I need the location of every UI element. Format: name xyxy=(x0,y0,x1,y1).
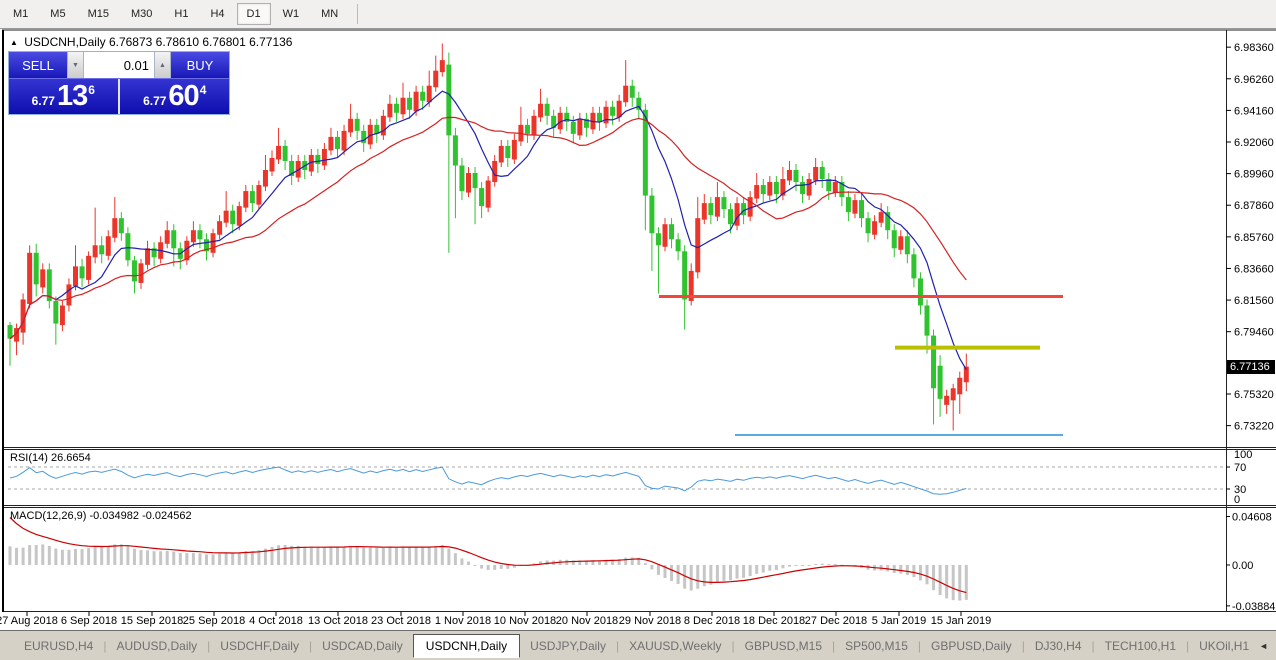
rsi-tick-label: 70 xyxy=(1234,462,1246,474)
date-tick-label: 18 Dec 2018 xyxy=(743,615,805,627)
price-tick-label: 6.85760 xyxy=(1234,232,1274,244)
tab-scroll-controls: ◄► xyxy=(1259,641,1276,651)
date-tick-label: 10 Nov 2018 xyxy=(494,615,556,627)
tab-scroll-left-button[interactable]: ◄ xyxy=(1259,641,1268,651)
price-tick-label: 6.79460 xyxy=(1234,327,1274,339)
buy-button[interactable]: BUY xyxy=(171,52,229,78)
rsi-line xyxy=(10,467,966,494)
symbol-tab-bar: EURUSD,H4|AUDUSD,Daily|USDCHF,Daily|USDC… xyxy=(0,630,1276,660)
date-tick-label: 15 Jan 2019 xyxy=(931,615,992,627)
triangle-up-icon: ▲ xyxy=(159,62,166,69)
volume-increase-button[interactable]: ▲ xyxy=(154,52,171,78)
price-tick-label: 6.81560 xyxy=(1234,295,1274,307)
price-tick-label: 6.73220 xyxy=(1234,421,1274,433)
trade-panel-controls: SELL ▼ ▲ BUY xyxy=(9,52,229,78)
buy-price-prefix: 6.77 xyxy=(143,94,166,114)
price-tick-label: 6.92060 xyxy=(1234,137,1274,149)
macd-tick-label: -0.038842 xyxy=(1232,601,1276,613)
chart-symbol-label: USDCNH,Daily xyxy=(24,35,105,49)
sell-price-sup: 6 xyxy=(88,79,95,97)
tab-usdchf-daily[interactable]: USDCHF,Daily xyxy=(210,635,309,657)
trade-panel-prices: 6.77 13 6 6.77 60 4 xyxy=(9,78,229,114)
buy-price-display[interactable]: 6.77 60 4 xyxy=(120,79,229,114)
tab-tech100-h1[interactable]: TECH100,H1 xyxy=(1095,635,1186,657)
sell-price-display[interactable]: 6.77 13 6 xyxy=(9,79,118,114)
macd-pane: 0.04608 0.00 -0.038842 xyxy=(9,512,1276,613)
tab-eurusd-h4[interactable]: EURUSD,H4 xyxy=(14,635,103,657)
date-tick-label: 23 Oct 2018 xyxy=(371,615,431,627)
tab-usdcnh-daily[interactable]: USDCNH,Daily xyxy=(413,634,520,658)
buy-price-big: 60 xyxy=(168,79,198,114)
chart-ohlc-values: 6.76873 6.78610 6.76801 6.77136 xyxy=(109,35,293,49)
ma-slow xyxy=(10,117,966,338)
date-tick-label: 1 Nov 2018 xyxy=(435,615,491,627)
tab-xauusd-weekly[interactable]: XAUUSD,Weekly xyxy=(619,635,731,657)
trading-terminal-window: M1M5M15M30H1H4D1W1MN 6.983606.962606.941… xyxy=(0,0,1276,660)
one-click-trading-panel: SELL ▼ ▲ BUY 6.77 13 6 6.77 60 4 xyxy=(8,51,230,115)
tab-dj30-h4[interactable]: DJ30,H4 xyxy=(1025,635,1092,657)
sell-price-big: 13 xyxy=(57,79,87,114)
tab-usdcad-daily[interactable]: USDCAD,Daily xyxy=(312,635,413,657)
rsi-indicator-label: RSI(14) 26.6654 xyxy=(10,452,91,464)
tab-audusd-daily[interactable]: AUDUSD,Daily xyxy=(106,635,207,657)
date-tick-label: 20 Nov 2018 xyxy=(556,615,618,627)
date-tick-label: 27 Aug 2018 xyxy=(0,615,58,627)
price-tick-label: 6.87860 xyxy=(1234,200,1274,212)
date-tick-label: 13 Oct 2018 xyxy=(308,615,368,627)
date-tick-label: 5 Jan 2019 xyxy=(872,615,926,627)
price-tick-label: 6.98360 xyxy=(1234,42,1274,54)
price-tick-label: 6.83660 xyxy=(1234,263,1274,275)
date-tick-label: 27 Dec 2018 xyxy=(805,615,867,627)
price-axis: 6.98360 6.96260 6.94160 6.92060 6.89960 6.878… xyxy=(1226,42,1274,432)
macd-tick-label: 0.00 xyxy=(1232,560,1253,572)
ma-fast xyxy=(10,91,966,369)
tab-gbpusd-m15[interactable]: GBPUSD,M15 xyxy=(735,635,832,657)
price-tick-label: 6.75320 xyxy=(1234,389,1274,401)
date-tick-label: 15 Sep 2018 xyxy=(121,615,183,627)
date-tick-label: 8 Dec 2018 xyxy=(684,615,740,627)
rsi-tick-label: 100 xyxy=(1234,449,1252,461)
date-tick-label: 25 Sep 2018 xyxy=(183,615,245,627)
tab-usdjpy-daily[interactable]: USDJPY,Daily xyxy=(520,635,616,657)
macd-tick-label: 0.04608 xyxy=(1232,512,1272,524)
price-tick-label: 6.89960 xyxy=(1234,169,1274,181)
volume-input[interactable] xyxy=(84,52,154,78)
volume-decrease-button[interactable]: ▼ xyxy=(67,52,84,78)
macd-indicator-label: MACD(12,26,9) -0.034982 -0.024562 xyxy=(10,510,192,522)
sell-price-prefix: 6.77 xyxy=(32,94,55,114)
date-tick-label: 4 Oct 2018 xyxy=(249,615,303,627)
date-tick-label: 29 Nov 2018 xyxy=(619,615,681,627)
rsi-tick-label: 0 xyxy=(1234,494,1240,506)
ma-fast-line xyxy=(10,91,966,369)
date-tick-label: 6 Sep 2018 xyxy=(61,615,117,627)
chart-title: ▲ USDCNH,Daily 6.76873 6.78610 6.76801 6… xyxy=(10,35,292,49)
sell-button[interactable]: SELL xyxy=(9,52,67,78)
level-lines xyxy=(659,296,1063,434)
triangle-down-icon: ▼ xyxy=(72,62,79,69)
buy-price-sup: 4 xyxy=(200,79,207,97)
rsi-pane: 10070300 xyxy=(8,449,1252,506)
tab-sp500-m15[interactable]: SP500,M15 xyxy=(835,635,918,657)
tab-ukoil-h1[interactable]: UKOil,H1 xyxy=(1189,635,1259,657)
current-price-badge: 6.77136 xyxy=(1227,360,1275,374)
price-tick-label: 6.96260 xyxy=(1234,74,1274,86)
ma-slow-line xyxy=(10,117,966,338)
symbol-marker-icon: ▲ xyxy=(10,38,18,47)
price-tick-label: 6.94160 xyxy=(1234,105,1274,117)
tab-gbpusd-daily[interactable]: GBPUSD,Daily xyxy=(921,635,1022,657)
date-axis: 27 Aug 20186 Sep 2018 15 Sep 201825 Sep 2… xyxy=(0,612,991,627)
